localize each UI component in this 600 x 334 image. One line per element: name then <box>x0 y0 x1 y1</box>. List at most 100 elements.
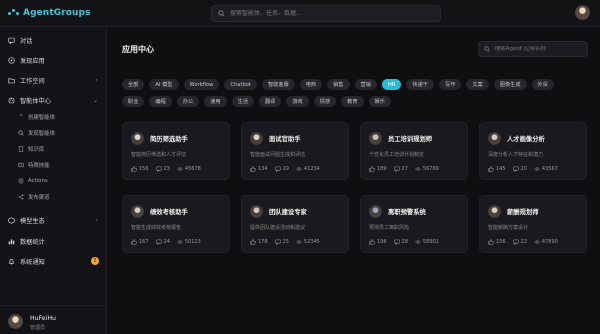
tag-entertainment[interactable]: 娱乐 <box>368 96 391 107</box>
user-avatar[interactable] <box>575 5 590 20</box>
book-icon <box>18 146 24 153</box>
tag-marketing[interactable]: 营销 <box>354 79 377 90</box>
chevron-right-icon: › <box>95 216 98 224</box>
comment-icon <box>155 166 162 172</box>
global-search-input[interactable] <box>230 10 430 17</box>
app-card[interactable]: 员工培训规划师 个性化员工培训计划制定 189 27 56789 <box>360 122 468 180</box>
sidebar-item-label: 工作空间 <box>20 77 45 85</box>
sidebar-subitem-publish-channel[interactable]: 发布渠道 <box>0 191 107 203</box>
sidebar-item-workspace[interactable]: 工作空间 › <box>0 73 107 87</box>
tag-translation[interactable]: 翻译 <box>258 96 282 107</box>
tag-games[interactable]: 游戏 <box>286 96 309 107</box>
skill-icon <box>18 162 24 169</box>
comment-stat[interactable]: 28 <box>393 239 408 245</box>
like-stat[interactable]: 167 <box>131 239 149 245</box>
user-profile[interactable]: HuFeiHu 管理员 <box>0 305 107 334</box>
sidebar-item-model-ecosystem[interactable]: 模型生态 › <box>0 213 107 227</box>
avatar <box>131 132 144 145</box>
sidebar-item-discover-apps[interactable]: 发现应用 <box>0 53 107 67</box>
app-card[interactable]: 团队建设专家 提供团队建设活动和建议 178 25 52345 <box>241 195 349 253</box>
tag-sales[interactable]: 销售 <box>327 79 350 90</box>
like-stat[interactable]: 198 <box>369 239 387 245</box>
avatar <box>488 205 501 218</box>
app-search-input[interactable] <box>494 46 587 52</box>
tag-office[interactable]: 办公 <box>176 96 200 107</box>
thumbs-up-icon <box>131 239 137 245</box>
like-stat[interactable]: 189 <box>369 166 387 172</box>
card-title: 简历筛选助手 <box>150 136 188 143</box>
logo-icon <box>8 9 19 17</box>
eye-icon <box>177 239 183 245</box>
tag-ecommerce[interactable]: 电商 <box>299 79 323 90</box>
sidebar-item-label: 智能体中心 <box>20 97 51 105</box>
tag-express[interactable]: 快递干 <box>406 79 434 90</box>
sidebar-subitem-discover-agent[interactable]: 发现智能体 <box>0 127 107 139</box>
sidebar-item-agent-center[interactable]: 智能体中心 ⌄ <box>0 93 107 107</box>
like-stat[interactable]: 145 <box>488 166 506 172</box>
comment-count: 23 <box>163 166 170 172</box>
comment-stat[interactable]: 22 <box>512 239 527 245</box>
app-card[interactable]: 绩效考核助手 智能生成绩效考核报告 167 24 50123 <box>122 195 230 253</box>
comment-icon <box>393 166 400 172</box>
avatar <box>131 205 144 218</box>
like-stat[interactable]: 156 <box>131 166 149 172</box>
card-description: 智能简历筛选和人才评估 <box>131 152 187 158</box>
view-count: 45678 <box>184 166 201 172</box>
tag-life[interactable]: 生活 <box>231 96 254 107</box>
sidebar-subitem-label: 发布渠道 <box>28 195 50 201</box>
comment-stat[interactable]: 27 <box>393 166 408 172</box>
sidebar-subitem-special-skills[interactable]: 特殊技能 <box>0 159 107 171</box>
comment-count: 25 <box>282 239 289 245</box>
tag-writing[interactable]: 写作 <box>438 79 462 90</box>
tag-career[interactable]: 职业 <box>122 96 145 107</box>
sidebar-item-notifications[interactable]: 系统通知 ! <box>0 254 107 268</box>
sidebar-subitem-knowledge-base[interactable]: 知识库 <box>0 143 107 155</box>
tag-image-generation[interactable]: 图像生成 <box>493 79 527 90</box>
like-stat[interactable]: 156 <box>488 239 506 245</box>
comment-count: 20 <box>520 166 527 172</box>
sidebar-item-statistics[interactable]: 数据统计 <box>0 234 107 248</box>
tag-general[interactable]: 通用 <box>204 96 227 107</box>
tag-ai-model[interactable]: AI 模型 <box>149 79 179 90</box>
sidebar-subitem-actions[interactable]: Actions <box>0 175 107 187</box>
app-card[interactable]: 离职预警系统 预测员工离职风险 198 28 58901 <box>360 195 468 253</box>
app-card[interactable]: 简历筛选助手 智能简历筛选和人才评估 156 23 45678 <box>122 122 230 180</box>
tag-chatbot[interactable]: Chatbot <box>224 79 257 90</box>
action-icon <box>18 178 24 185</box>
tag-education[interactable]: 教育 <box>341 96 364 107</box>
sidebar-item-chat[interactable]: 对话 <box>0 33 107 47</box>
tag-copywriting[interactable]: 文案 <box>466 79 489 90</box>
comment-icon <box>155 239 162 245</box>
card-description: 个性化员工培训计划制定 <box>369 152 425 158</box>
comment-stat[interactable]: 25 <box>274 239 289 245</box>
avatar <box>250 205 263 218</box>
like-stat[interactable]: 178 <box>250 239 268 245</box>
card-stats: 145 20 43567 <box>488 166 558 172</box>
view-stat: 45678 <box>177 166 201 172</box>
tag-hr[interactable]: HR <box>381 79 402 90</box>
tag-emotion[interactable]: 情感 <box>313 96 337 107</box>
app-search[interactable] <box>478 41 588 57</box>
comment-stat[interactable]: 23 <box>155 166 170 172</box>
app-card[interactable]: 人才画像分析 深度分析人才特征和潜力 145 20 43567 <box>479 122 587 180</box>
comment-stat[interactable]: 19 <box>274 166 289 172</box>
comment-stat[interactable]: 24 <box>155 239 170 245</box>
global-search[interactable] <box>211 5 441 22</box>
sidebar-subitem-create-agent[interactable]: ✧ 创建智能体 <box>0 111 107 123</box>
view-stat: 43567 <box>534 166 558 172</box>
tag-workflow[interactable]: Workflow <box>183 79 220 90</box>
tag-customer-service[interactable]: 智能客服 <box>261 79 295 90</box>
comment-stat[interactable]: 20 <box>512 166 527 172</box>
tag-all[interactable]: 全部 <box>122 79 145 90</box>
app-card[interactable]: 薪酬规划师 智能薪酬方案设计 156 22 47890 <box>479 195 587 253</box>
like-stat[interactable]: 134 <box>250 166 268 172</box>
app-logo[interactable]: AgentGroups <box>8 8 91 18</box>
card-stats: 156 22 47890 <box>488 239 558 245</box>
app-card[interactable]: 面试官助手 智能面试问题生成和评估 134 19 41234 <box>241 122 349 180</box>
user-role: 管理员 <box>30 325 46 331</box>
card-description: 智能生成绩效考核报告 <box>131 225 182 231</box>
tag-foreign-trade[interactable]: 外贸 <box>531 79 554 90</box>
avatar <box>250 132 263 145</box>
page-title: 应用中心 <box>122 45 154 54</box>
tag-programming[interactable]: 编程 <box>149 96 172 107</box>
